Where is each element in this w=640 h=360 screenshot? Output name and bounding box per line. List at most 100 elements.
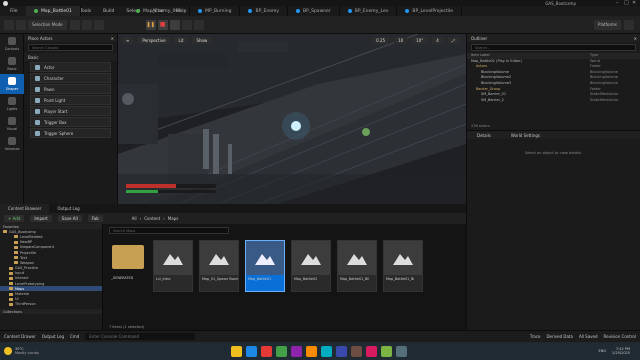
asset-tile[interactable]: Map_Battle01_BI <box>383 240 423 292</box>
breadcrumb-maps[interactable]: Maps <box>168 216 179 221</box>
pause-button[interactable]: ❚❚ <box>145 19 156 30</box>
mode-icon[interactable] <box>16 19 26 30</box>
save-icon[interactable] <box>4 19 14 30</box>
outliner-row[interactable]: SM_Barrier_2 StaticMeshActor <box>467 98 640 104</box>
play-options-icon[interactable] <box>181 19 192 30</box>
blueprint-tab-icon <box>405 9 410 13</box>
language-indicator[interactable]: ENG <box>599 349 607 353</box>
asset-tile[interactable]: _GENERATED <box>109 240 149 292</box>
eject-button[interactable] <box>169 19 180 30</box>
tab-world-settings[interactable]: World Settings <box>501 133 550 138</box>
fab-button[interactable]: Fab <box>87 215 103 222</box>
breadcrumb-content[interactable]: Content <box>144 216 160 221</box>
place-item-trigger-sphere[interactable]: Trigger Sphere <box>30 128 111 138</box>
place-item-pawn[interactable]: Pawn <box>30 84 111 94</box>
tab-map-battle01[interactable]: Map_Battle01 <box>26 6 81 16</box>
tab-bp-enemy-lev[interactable]: BP_Enemy_Lev <box>340 6 398 16</box>
show-button[interactable]: Show <box>192 37 212 44</box>
place-item-player-start[interactable]: Player Start <box>30 106 111 116</box>
asset-tile[interactable]: Map_Battle01_Bil <box>337 240 377 292</box>
taskbar-app-icon[interactable] <box>290 345 302 357</box>
grid-snap-button[interactable]: 10 <box>394 37 408 44</box>
output-log-button[interactable]: Output Log <box>42 334 64 339</box>
folder-icon <box>3 230 7 234</box>
level-viewport[interactable]: ≡ Perspective Lit Show 0.25 10 10° 4 ⤢ <box>118 34 466 204</box>
asset-tile-selected[interactable]: Map_Battle01 <box>245 240 285 292</box>
tab-bp-enemy[interactable]: BP_Enemy <box>240 6 289 16</box>
viewport-menu-button[interactable]: ≡ <box>122 37 134 44</box>
sidebar-item-shaper[interactable]: Shaper <box>0 74 24 94</box>
tab-content-browser[interactable]: Content Browser <box>0 204 50 213</box>
tree-item[interactable]: ThirdPerson <box>0 302 102 307</box>
taskbar-app-icon[interactable] <box>380 345 392 357</box>
folder-icon <box>9 302 13 306</box>
angle-snap-button[interactable]: 10° <box>412 37 428 44</box>
content-drawer-button[interactable]: Content Drawer <box>4 334 36 339</box>
derived-data-button[interactable]: Derived Data <box>546 334 573 339</box>
scale-snap-button[interactable]: 0.25 <box>372 37 390 44</box>
sidebar-item-basic[interactable]: Basic <box>0 54 24 74</box>
tab-output-log[interactable]: Output Log <box>49 206 87 211</box>
place-item-character[interactable]: Character <box>30 73 111 83</box>
menu-file[interactable]: File <box>0 9 24 14</box>
tab-details[interactable]: Details <box>467 133 501 138</box>
revision-control-button[interactable]: Revision Control <box>604 334 636 339</box>
place-actors-search[interactable]: Search Classes <box>28 44 113 51</box>
frame-skip-icon[interactable] <box>193 19 204 30</box>
taskbar-app-icon[interactable] <box>335 345 347 357</box>
collections-header[interactable]: Collections <box>0 309 102 315</box>
place-item-trigger-box[interactable]: Trigger Box <box>30 117 111 127</box>
cmd-dropdown[interactable]: Cmd <box>70 334 79 339</box>
cinematics-icon[interactable] <box>93 19 104 30</box>
place-item-point-light[interactable]: Point Light <box>30 95 111 105</box>
blueprint-icon[interactable] <box>81 19 92 30</box>
tab-mp-burning[interactable]: MP_Burning <box>190 6 241 16</box>
place-item-actor[interactable]: Actor <box>30 62 111 72</box>
import-button[interactable]: Import <box>30 215 52 222</box>
perspective-button[interactable]: Perspective <box>138 37 170 44</box>
viewport-toolbar-right: 0.25 10 10° 4 ⤢ <box>372 37 462 44</box>
sidebar-item-lights[interactable]: Lights <box>0 94 24 114</box>
category-header: Basic <box>24 53 117 61</box>
taskbar-app-icon[interactable] <box>365 345 377 357</box>
taskbar-app-icon[interactable] <box>275 345 287 357</box>
taskbar-app-icon[interactable] <box>230 345 242 357</box>
add-content-icon[interactable] <box>69 19 80 30</box>
menu-build[interactable]: Build <box>97 9 120 14</box>
tab-bp-spawner[interactable]: BP_Spawner <box>288 6 340 16</box>
stop-button[interactable]: ■ <box>157 19 168 30</box>
asset-search[interactable]: Search Maps <box>109 227 229 234</box>
sidebar-item-controls[interactable]: Controls <box>0 34 24 54</box>
sidebar-item-volumes[interactable]: Volumes <box>0 134 24 154</box>
asset-tile[interactable]: Map_01_Spawn Room <box>199 240 239 292</box>
controls-icon <box>8 37 16 45</box>
all-saved-status[interactable]: All Saved <box>579 334 598 339</box>
taskbar-app-icon[interactable] <box>395 345 407 357</box>
close-icon[interactable]: ✕ <box>634 36 637 41</box>
maximize-viewport-icon[interactable]: ⤢ <box>447 37 459 44</box>
save-all-button[interactable]: Save All <box>57 215 82 222</box>
clock-date[interactable]: 2/25/2025 <box>612 351 630 355</box>
close-icon[interactable]: ✕ <box>111 36 114 41</box>
selection-mode-dropdown[interactable]: Selection Mode <box>28 19 67 30</box>
taskbar-app-icon[interactable] <box>350 345 362 357</box>
console-input[interactable]: Enter Console Command <box>85 333 196 340</box>
camera-speed-button[interactable]: 4 <box>432 37 443 44</box>
sidebar-item-visual[interactable]: Visual <box>0 114 24 134</box>
breadcrumb-all[interactable]: All <box>132 216 137 221</box>
taskbar-app-icon[interactable] <box>245 345 257 357</box>
add-button[interactable]: + Add <box>4 215 25 222</box>
tab-bp-levelprojectile[interactable]: BP_LevelProjectile <box>397 6 463 16</box>
taskbar-app-icon[interactable] <box>260 345 272 357</box>
platforms-dropdown[interactable]: Platforms <box>594 19 621 30</box>
asset-tile[interactable]: Map_Battle02 <box>291 240 331 292</box>
settings-icon[interactable] <box>624 19 634 30</box>
item-count: 7 items (1 selected) <box>109 325 145 329</box>
lit-button[interactable]: Lit <box>174 37 188 44</box>
taskbar-app-icon[interactable] <box>320 345 332 357</box>
tab-map-enemy[interactable]: Map_Enemy_001 <box>128 6 191 16</box>
asset-tile[interactable]: Lvl_Intro <box>153 240 193 292</box>
taskbar-app-icon[interactable] <box>305 345 317 357</box>
outliner-search[interactable]: Search... <box>471 44 636 51</box>
trace-button[interactable]: Trace <box>530 334 541 339</box>
